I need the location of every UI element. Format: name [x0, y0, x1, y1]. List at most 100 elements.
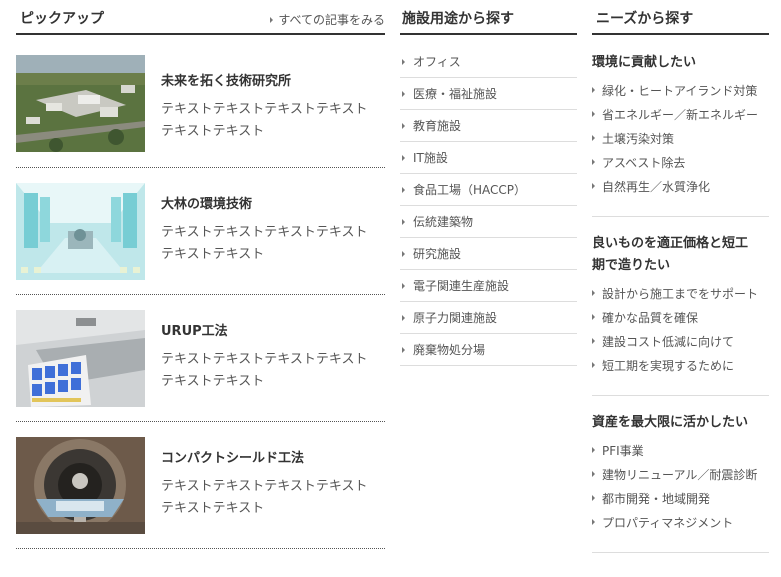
pickup-item-desc: テキストテキスト: [161, 124, 265, 139]
facility-item-label: 教育施設: [413, 119, 462, 133]
pickup-item-desc: テキストテキスト: [161, 374, 265, 389]
needs-group-quality-cost: 良いものを適正価格と短工 期で造りたい 設計から施工までをサポート 確かな品質を…: [592, 233, 769, 396]
facility-item-label: 伝統建築物: [413, 215, 474, 229]
facility-section: 施設用途から探す オフィス 医療・福祉施設 教育施設 IT施設 食品工場（HAC…: [400, 0, 577, 366]
facility-item-label: 電子関連生産施設: [413, 279, 510, 293]
needs-group-assets: 資産を最大限に活かしたい PFI事業 建物リニューアル／耐震診断 都市開発・地域…: [592, 412, 769, 553]
arrow-right-icon: [592, 471, 595, 477]
arrow-right-icon: [402, 90, 405, 97]
needs-item-label: 自然再生／水質浄化: [602, 179, 711, 194]
needs-item[interactable]: PFI事業: [592, 438, 769, 462]
needs-item-label: 土壌汚染対策: [602, 131, 675, 146]
pickup-section: ピックアップ すべての記事をみる 未来を拓く技術研究所 テキストテキストテキスト…: [16, 0, 385, 549]
pickup-item-title: URUP工法: [161, 324, 228, 339]
pickup-item-compact-shield[interactable]: コンパクトシールド工法 テキストテキストテキストテキスト テキストテキスト: [16, 422, 385, 549]
needs-group-title: 良いものを適正価格と短工 期で造りたい: [592, 233, 769, 277]
needs-title: ニーズから探す: [596, 11, 694, 27]
urup-method-illustration[interactable]: [16, 310, 145, 407]
needs-group-title-line: 良いものを適正価格と短工: [592, 236, 749, 251]
facility-item-label: 研究施設: [413, 247, 462, 261]
needs-group-title: 資産を最大限に活かしたい: [592, 415, 749, 430]
facility-item-medical-welfare[interactable]: 医療・福祉施設: [400, 78, 577, 110]
needs-item-label: 都市開発・地域開発: [602, 491, 711, 506]
view-all-articles-label: すべての記事をみる: [278, 13, 385, 27]
needs-item[interactable]: 緑化・ヒートアイランド対策: [592, 78, 769, 102]
facility-item-label: 医療・福祉施設: [413, 87, 498, 101]
facility-item-nuclear[interactable]: 原子力関連施設: [400, 302, 577, 334]
needs-item[interactable]: 短工期を実現するために: [592, 353, 769, 377]
arrow-right-icon: [402, 58, 405, 65]
facility-item-food-factory[interactable]: 食品工場（HACCP）: [400, 174, 577, 206]
needs-item-label: 建設コスト低減に向けて: [602, 334, 735, 349]
facility-item-waste-disposal[interactable]: 廃棄物処分場: [400, 334, 577, 366]
arrow-right-icon: [592, 87, 595, 93]
needs-item-label: 短工期を実現するために: [602, 358, 735, 373]
pickup-item-desc: テキストテキストテキストテキスト: [161, 225, 368, 240]
facility-item-research[interactable]: 研究施設: [400, 238, 577, 270]
pickup-item-desc: テキストテキストテキストテキスト: [161, 479, 368, 494]
facility-item-office[interactable]: オフィス: [400, 46, 577, 78]
arrow-right-icon: [402, 218, 405, 225]
arrow-right-icon: [592, 183, 595, 189]
needs-item-label: 緑化・ヒートアイランド対策: [602, 83, 758, 98]
needs-group-title-line: 期で造りたい: [592, 258, 671, 273]
facility-item-traditional-architecture[interactable]: 伝統建築物: [400, 206, 577, 238]
needs-group-title: 環境に貢献したい: [592, 55, 697, 70]
arrow-right-icon: [402, 122, 405, 129]
needs-header: ニーズから探す: [592, 0, 769, 35]
facility-list: オフィス 医療・福祉施設 教育施設 IT施設 食品工場（HACCP） 伝統建築物…: [400, 46, 577, 366]
pickup-item-research-institute[interactable]: 未来を拓く技術研究所 テキストテキストテキストテキスト テキストテキスト: [16, 35, 385, 168]
arrow-right-icon: [592, 314, 595, 320]
arrow-right-icon: [402, 282, 405, 289]
environment-tech-illustration[interactable]: [16, 183, 145, 280]
needs-item[interactable]: 建物リニューアル／耐震診断: [592, 462, 769, 486]
pickup-item-title: コンパクトシールド工法: [161, 451, 305, 466]
facility-item-education[interactable]: 教育施設: [400, 110, 577, 142]
arrow-right-icon: [592, 495, 595, 501]
facility-item-electronics-production[interactable]: 電子関連生産施設: [400, 270, 577, 302]
needs-item[interactable]: 設計から施工までをサポート: [592, 281, 769, 305]
arrow-right-icon: [402, 154, 405, 161]
needs-item[interactable]: 確かな品質を確保: [592, 305, 769, 329]
compact-shield-tunnel-photo[interactable]: [16, 437, 145, 534]
arrow-right-icon: [402, 346, 405, 353]
arrow-right-icon: [402, 250, 405, 257]
pickup-item-desc: テキストテキストテキストテキスト: [161, 102, 368, 117]
needs-item[interactable]: 省エネルギー／新エネルギー: [592, 102, 769, 126]
needs-item[interactable]: 都市開発・地域開発: [592, 486, 769, 510]
arrow-right-icon: [592, 362, 595, 368]
arrow-right-icon: [592, 290, 595, 296]
needs-item[interactable]: 土壌汚染対策: [592, 126, 769, 150]
pickup-item-desc: テキストテキスト: [161, 247, 265, 262]
needs-item-label: 確かな品質を確保: [602, 310, 699, 325]
pickup-item-desc: テキストテキストテキストテキスト: [161, 352, 368, 367]
needs-item-label: アスベスト除去: [602, 155, 686, 170]
arrow-right-icon: [592, 519, 595, 525]
needs-item-label: PFI事業: [602, 443, 644, 458]
pickup-item-title: 大林の環境技術: [161, 197, 253, 212]
needs-section: ニーズから探す 環境に貢献したい 緑化・ヒートアイランド対策 省エネルギー／新エ…: [592, 0, 769, 553]
facility-item-label: IT施設: [413, 151, 448, 165]
research-institute-aerial-photo[interactable]: [16, 55, 145, 152]
facility-item-it[interactable]: IT施設: [400, 142, 577, 174]
pickup-item-environment-tech[interactable]: 大林の環境技術 テキストテキストテキストテキスト テキストテキスト: [16, 168, 385, 295]
facility-item-label: 原子力関連施設: [413, 311, 498, 325]
arrow-right-icon: [592, 338, 595, 344]
arrow-right-icon: [592, 447, 595, 453]
arrow-right-icon: [592, 135, 595, 141]
pickup-item-desc: テキストテキスト: [161, 501, 265, 516]
needs-item[interactable]: プロパティマネジメント: [592, 510, 769, 534]
needs-item[interactable]: 自然再生／水質浄化: [592, 174, 769, 198]
arrow-right-icon: [592, 159, 595, 165]
facility-item-label: 食品工場（HACCP）: [413, 183, 527, 197]
view-all-articles-link[interactable]: すべての記事をみる: [270, 11, 385, 28]
needs-item-label: プロパティマネジメント: [602, 515, 734, 530]
arrow-right-icon: [592, 111, 595, 117]
needs-group-environment: 環境に貢献したい 緑化・ヒートアイランド対策 省エネルギー／新エネルギー 土壌汚…: [592, 52, 769, 217]
facility-title: 施設用途から探す: [402, 11, 514, 27]
needs-item-label: 設計から施工までをサポート: [602, 286, 759, 301]
needs-item[interactable]: アスベスト除去: [592, 150, 769, 174]
needs-item[interactable]: 建設コスト低減に向けて: [592, 329, 769, 353]
needs-item-label: 省エネルギー／新エネルギー: [602, 107, 759, 122]
pickup-item-urup[interactable]: URUP工法 テキストテキストテキストテキスト テキストテキスト: [16, 295, 385, 422]
